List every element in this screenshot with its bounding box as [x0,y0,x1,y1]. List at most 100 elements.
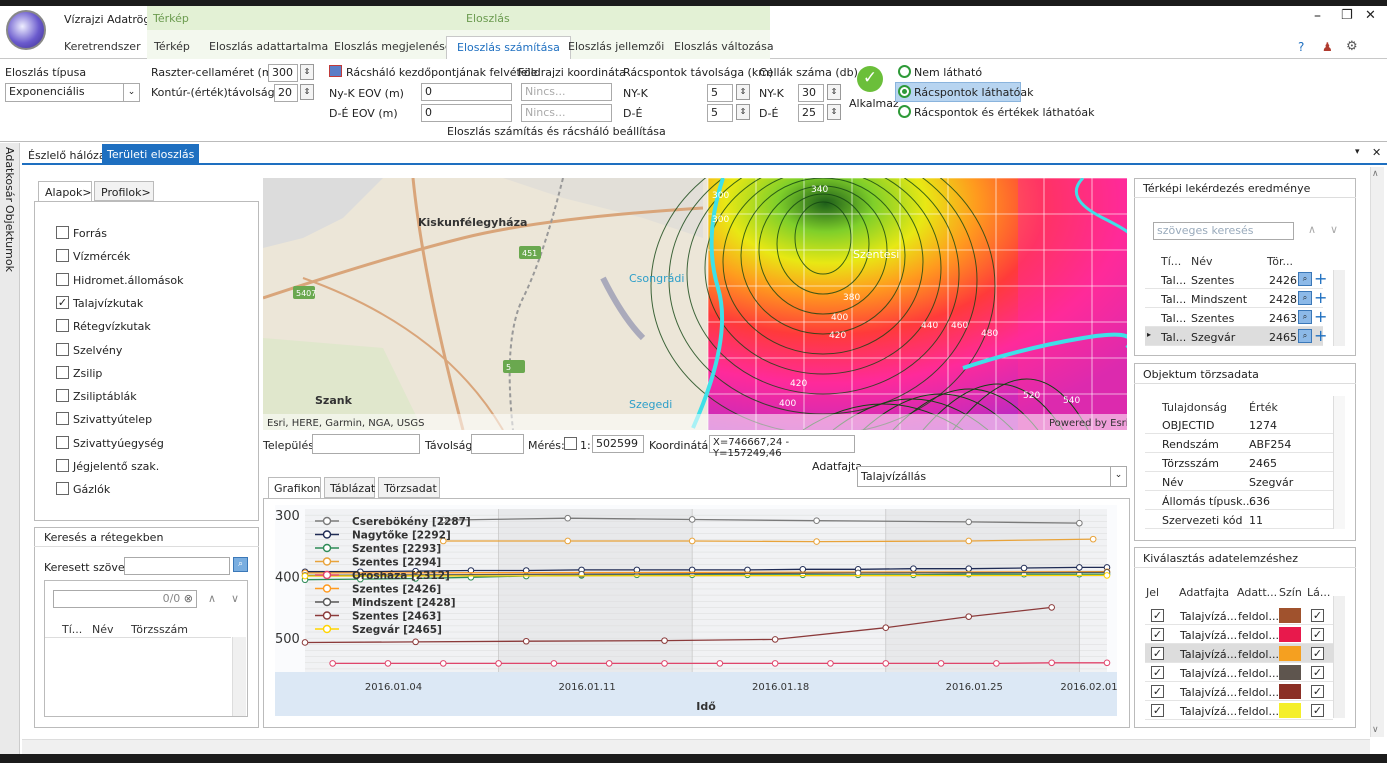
search-count-field[interactable]: 0/0 ⊗ [53,590,197,608]
radio-hidden[interactable] [898,65,911,78]
add-icon[interactable]: + [1314,307,1327,326]
layer-checkbox[interactable] [56,435,69,449]
layer-checkbox[interactable] [56,412,69,426]
spacing-de-stepper[interactable]: ⇕ [736,104,750,120]
selection-visible-checkbox[interactable]: ✓ [1311,704,1324,717]
main-horizontal-scrollbar[interactable] [22,739,1370,754]
layer-item[interactable]: Rétegvízkutak [56,319,236,335]
tab-keretrendszer[interactable]: Keretrendszer [60,40,145,53]
close-window-button[interactable]: ✕ [1365,8,1376,23]
radio-hidden-label[interactable]: Nem látható [914,66,982,79]
selection-row[interactable]: ✓ Talajvízá... feldol... ✓ [1145,625,1333,644]
col-name[interactable]: Név [92,623,114,636]
selection-visible-checkbox[interactable]: ✓ [1311,609,1324,622]
layer-item[interactable]: Szivattyútelep [56,412,236,428]
selection-row[interactable]: ✓ Talajvízá... feldol... ✓ [1145,701,1333,720]
layer-item[interactable]: Vízmércék [56,249,236,265]
selection-mark-checkbox[interactable]: ✓ [1151,666,1164,679]
add-icon[interactable]: + [1314,326,1327,345]
layer-item[interactable]: Zsilip [56,365,236,382]
layer-search-input[interactable] [124,557,230,575]
tab-teruleti-eloszlas[interactable]: Területi eloszlás [102,144,200,164]
tab-tablazat[interactable]: Táblázat [324,477,375,498]
sel-col-type[interactable]: Adatfajta [1179,586,1229,599]
master-rows-scrollbar[interactable] [1333,396,1345,529]
spacing-nyk-stepper[interactable]: ⇕ [736,84,750,100]
close-tab-icon[interactable]: ✕ [1372,146,1381,159]
query-row[interactable]: ▸ Tal... Szegvár 2465 ⌕ + [1145,326,1327,346]
chart-svg[interactable]: 300 400 500 2016.01.04 2016.01.11 2016.01.18 2… [275,505,1117,716]
master-col-property[interactable]: Tulajdonság [1162,401,1227,414]
color-swatch[interactable] [1279,608,1301,623]
layer-checkbox[interactable] [56,249,69,263]
selection-mark-checkbox[interactable]: ✓ [1151,628,1164,641]
query-row[interactable]: Tal... Szentes 2426 ⌕ + [1145,269,1327,289]
tab-terkep[interactable]: Térkép [150,40,194,53]
query-prev-icon[interactable]: ∧ [1308,223,1316,236]
contour-distance-input[interactable]: 20 [274,84,298,102]
app-logo[interactable] [6,10,46,50]
layer-item[interactable]: Gázlók [56,482,236,498]
color-swatch[interactable] [1279,646,1301,661]
cell-size-input[interactable]: 300 [268,64,298,82]
radio-points-values[interactable] [898,105,911,118]
settlement-input[interactable] [312,434,420,454]
layer-checkbox[interactable] [56,272,69,286]
spacing-de-input[interactable]: 5 [707,104,733,122]
scroll-up-icon[interactable]: ∧ [1372,169,1379,179]
zoom-icon[interactable]: ⌕ [1298,291,1312,305]
query-rows-scrollbar[interactable] [1333,270,1345,346]
geo-coordinate-input-1[interactable]: Nincs... [521,83,612,101]
user-icon[interactable]: ♟ [1322,40,1333,54]
query-col-type[interactable]: Tí... [1161,255,1181,268]
selection-visible-checkbox[interactable]: ✓ [1311,666,1324,679]
tab-eloszlas-jellemzoi[interactable]: Eloszlás jellemzői [564,40,668,53]
layer-checkbox[interactable] [56,389,69,403]
query-row[interactable]: Tal... Mindszent 2428 ⌕ + [1145,288,1327,308]
query-row[interactable]: Tal... Szentes 2463 ⌕ + [1145,307,1327,327]
scroll-down-icon[interactable]: ∨ [1372,725,1379,735]
cells-nyk-input[interactable]: 30 [798,84,824,102]
tab-dropdown-icon[interactable]: ▾ [1355,147,1360,157]
tab-eloszlas-adattartalma[interactable]: Eloszlás adattartalma [205,40,332,53]
color-swatch[interactable] [1279,627,1301,642]
nyk-eov-input[interactable]: 0 [421,83,512,101]
apply-button[interactable]: Alkalmaz [849,97,899,110]
help-icon[interactable]: ? [1298,40,1304,54]
selection-mark-checkbox[interactable]: ✓ [1151,704,1164,717]
master-row[interactable]: Szervezeti kód 11 [1145,510,1333,529]
prev-result-icon[interactable]: ∧ [208,592,216,605]
add-icon[interactable]: + [1314,269,1327,288]
master-row[interactable]: OBJECTID 1274 [1145,415,1333,434]
sel-col-mark[interactable]: Jel [1146,586,1159,599]
tab-eloszlas-valtozasa[interactable]: Eloszlás változása [670,40,778,53]
selection-mark-checkbox[interactable]: ✓ [1151,647,1164,660]
col-id[interactable]: Törzsszám [131,623,188,636]
layer-checkbox[interactable] [56,319,69,333]
map-view[interactable]: Kiskunfélegyháza Csongrádi Szentesi Szank Sz… [263,178,1127,430]
master-row[interactable]: Törzsszám 2465 [1145,453,1333,472]
tab-profilok[interactable]: Profilok> [94,181,154,201]
layer-item[interactable]: Forrás [56,226,236,242]
layer-checkbox[interactable] [56,365,69,379]
cells-nyk-stepper[interactable]: ⇕ [827,84,841,100]
sel-col-visible[interactable]: Lá... [1307,586,1330,599]
layer-item[interactable]: Jégjelentő szak. [56,459,236,475]
selection-row[interactable]: ✓ Talajvízá... feldol... ✓ [1145,663,1333,682]
data-type-select[interactable]: Talajvízállás ⌄ [857,466,1127,487]
geo-coordinate-input-2[interactable]: Nincs... [521,104,612,122]
main-vertical-scrollbar[interactable] [1370,167,1384,737]
de-eov-input[interactable]: 0 [421,104,512,122]
tab-eloszlas-szamitasa[interactable]: Eloszlás számítása [446,36,571,59]
selection-rows-scrollbar[interactable] [1333,596,1345,718]
layer-item[interactable]: Zsiliptáblák [56,389,236,405]
layer-item[interactable]: Szivattyúegység [56,435,236,452]
color-swatch[interactable] [1279,684,1301,699]
master-row[interactable]: Rendszám ABF254 [1145,434,1333,453]
selection-row[interactable]: ✓ Talajvízá... feldol... ✓ [1145,606,1333,625]
next-result-icon[interactable]: ∨ [231,592,239,605]
radio-points-visible[interactable] [898,85,911,98]
sel-col-source[interactable]: Adatt... [1237,586,1277,599]
coordinates-field[interactable]: X=746667,24 - Y=157249,46 [709,435,855,459]
zoom-icon[interactable]: ⌕ [1298,310,1312,324]
